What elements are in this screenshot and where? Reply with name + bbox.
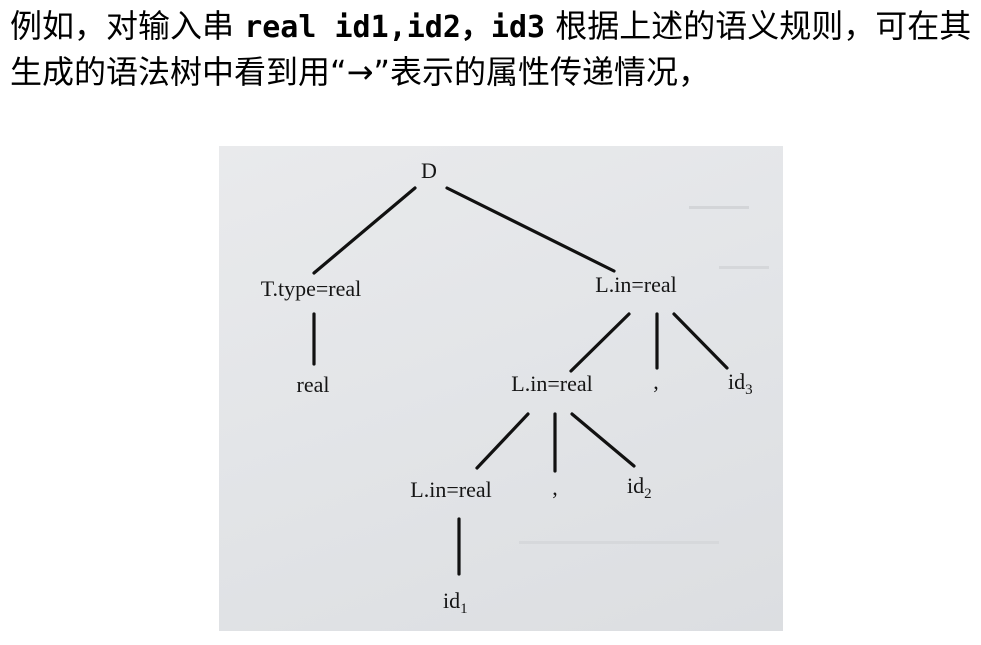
syntax-tree-photo: D T.type=real real L.in=real L.in=real ,… <box>219 146 783 631</box>
node-list-mid: L.in=real <box>511 371 592 396</box>
node-id3: id3 <box>728 369 753 398</box>
node-id2: id2 <box>627 473 652 502</box>
id3-base: id <box>728 369 745 394</box>
node-list-low: L.in=real <box>410 477 491 502</box>
edge-d-to-list-top <box>445 186 616 273</box>
node-id1: id1 <box>443 588 468 617</box>
id1-base: id <box>443 588 460 613</box>
intro-paragraph: 例如，对输入串 real id1,id2，id3 根据上述的语义规则，可在其生成… <box>10 4 975 95</box>
node-type: T.type=real <box>261 276 362 301</box>
id2-subscript: 2 <box>644 486 652 502</box>
edge-d-to-type <box>312 186 417 275</box>
intro-text-part1: 例如，对输入串 <box>10 7 245 45</box>
intro-input-string: real id1,id2，id3 <box>244 10 546 45</box>
edge-list-mid-to-list-low <box>475 412 530 470</box>
node-list-top: L.in=real <box>595 272 676 297</box>
id1-subscript: 1 <box>460 601 468 617</box>
edge-list-top-to-id3 <box>672 312 729 370</box>
syntax-tree-diagram: D T.type=real real L.in=real L.in=real ,… <box>261 158 769 617</box>
node-comma-mid: , <box>552 475 558 500</box>
id2-base: id <box>627 473 644 498</box>
edge-list-mid-to-id2 <box>570 412 636 468</box>
id3-subscript: 3 <box>745 382 753 398</box>
node-real-leaf: real <box>297 372 330 397</box>
edge-list-top-to-list-mid <box>569 312 631 373</box>
node-comma-top: , <box>653 369 659 394</box>
node-root: D <box>421 158 437 183</box>
